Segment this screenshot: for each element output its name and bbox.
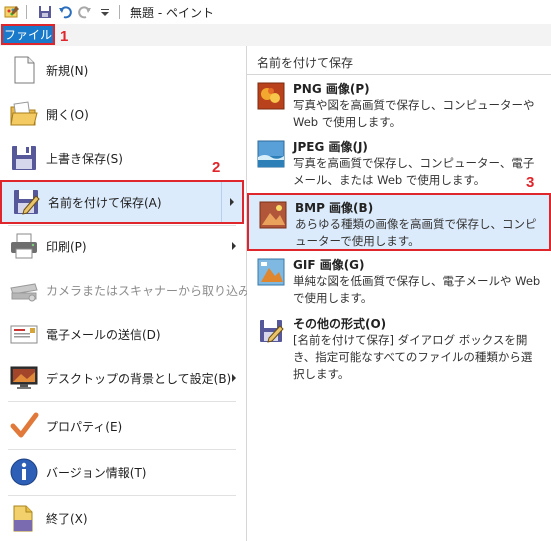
exit-icon <box>8 502 40 534</box>
file-tab[interactable]: ファイル <box>1 24 55 45</box>
menu-item-label: カメラまたはスキャナーから取り込み(M) <box>46 283 270 298</box>
save-as-panel-heading: 名前を付けて保存 <box>257 56 354 70</box>
format-gif[interactable]: GIF 画像(G) 単純な図を低画質で保存し、電子メールや Web で使用します… <box>247 252 551 310</box>
format-png[interactable]: PNG 画像(P) 写真や図を高画質で保存し、コンピューターや Web で使用し… <box>247 76 551 134</box>
bmp-image-icon <box>259 201 287 229</box>
save-icon[interactable] <box>37 4 53 20</box>
redo-icon[interactable] <box>77 4 93 20</box>
save-as-icon <box>10 186 42 218</box>
customize-qat-icon[interactable] <box>97 4 113 20</box>
menu-item-label: バージョン情報(T) <box>46 465 147 480</box>
chevron-right-icon <box>232 242 236 250</box>
menu-item-label: 印刷(P) <box>46 239 87 254</box>
save-disk-icon <box>8 142 40 174</box>
menu-item-set-desktop-background[interactable]: デスクトップの背景として設定(B) <box>0 356 244 400</box>
chevron-right-icon <box>230 198 234 206</box>
format-other[interactable]: その他の形式(O) [名前を付けて保存] ダイアログ ボックスを開き、指定可能な… <box>247 311 551 381</box>
menu-item-about[interactable]: バージョン情報(T) <box>0 450 244 494</box>
desktop-background-icon <box>8 362 40 394</box>
menu-divider <box>8 401 236 402</box>
menu-item-properties[interactable]: プロパティ(E) <box>0 404 244 448</box>
format-description: 写真や図を高画質で保存し、コンピューターや Web で使用します。 <box>293 98 535 129</box>
menu-item-label: 名前を付けて保存(A) <box>48 195 162 210</box>
menu-item-label: デスクトップの背景として設定(B) <box>46 371 232 386</box>
gif-image-icon <box>257 258 285 286</box>
file-menu: 新規(N) 開く(O) 上書き保存(S) 名前を付けて保存(A) 2 印刷(P)… <box>0 46 270 541</box>
format-description: あらゆる種類の画像を高画質で保存し、コンピューターで使用します。 <box>295 217 537 248</box>
paint-app-icon[interactable] <box>4 4 20 20</box>
jpeg-image-icon <box>257 140 285 168</box>
format-description: 単純な図を低画質で保存し、電子メールや Web で使用します。 <box>293 274 541 305</box>
menu-item-label: プロパティ(E) <box>46 419 123 434</box>
menu-item-new[interactable]: 新規(N) <box>0 48 244 92</box>
properties-check-icon <box>8 410 40 442</box>
step-annotation-1: 1 <box>60 28 69 45</box>
menu-item-print[interactable]: 印刷(P) <box>0 224 244 268</box>
menu-item-label: 電子メールの送信(D) <box>46 327 161 342</box>
menu-item-exit[interactable]: 終了(X) <box>0 496 244 540</box>
menu-item-label: 上書き保存(S) <box>46 151 123 166</box>
ribbon-tab-row <box>0 24 551 47</box>
menu-item-save[interactable]: 上書き保存(S) <box>0 136 244 180</box>
new-document-icon <box>8 54 40 86</box>
undo-icon[interactable] <box>57 4 73 20</box>
chevron-right-icon <box>232 374 236 382</box>
menu-item-save-as[interactable]: 名前を付けて保存(A) <box>0 180 244 224</box>
title-bar: 無題 - ペイント <box>0 0 551 24</box>
png-image-icon <box>257 82 285 110</box>
submenu-arrow-box[interactable] <box>221 182 242 222</box>
title-separator <box>119 5 120 19</box>
format-description: 写真を高画質で保存し、コンピューター、電子メール、または Web で使用します。 <box>293 156 535 187</box>
email-icon <box>8 318 40 350</box>
menu-item-label: 終了(X) <box>46 511 88 526</box>
other-formats-icon <box>257 317 285 345</box>
format-title: BMP 画像(B) <box>295 201 374 215</box>
save-as-panel: 名前を付けて保存 PNG 画像(P) 写真や図を高画質で保存し、コンピューターや… <box>247 46 551 541</box>
menu-item-open[interactable]: 開く(O) <box>0 92 244 136</box>
menu-item-send-email[interactable]: 電子メールの送信(D) <box>0 312 244 356</box>
format-title: その他の形式(O) <box>293 317 387 331</box>
info-icon <box>8 456 40 488</box>
format-bmp[interactable]: BMP 画像(B) あらゆる種類の画像を高画質で保存し、コンピューターで使用しま… <box>247 193 551 251</box>
format-title: PNG 画像(P) <box>293 82 370 96</box>
printer-icon <box>8 230 40 262</box>
menu-item-label: 開く(O) <box>46 107 89 122</box>
open-folder-icon <box>8 98 40 130</box>
menu-item-camera-scanner: カメラまたはスキャナーから取り込み(M) <box>0 268 270 312</box>
format-description: [名前を付けて保存] ダイアログ ボックスを開き、指定可能なすべてのファイルの種… <box>293 333 533 381</box>
window-title: 無題 - ペイント <box>130 5 214 20</box>
format-jpeg[interactable]: JPEG 画像(J) 写真を高画質で保存し、コンピューター、電子メール、または … <box>247 134 551 192</box>
step-annotation-3: 3 <box>526 174 535 191</box>
format-title: JPEG 画像(J) <box>293 140 368 154</box>
format-title: GIF 画像(G) <box>293 258 365 272</box>
qat-separator <box>26 5 27 19</box>
menu-item-label: 新規(N) <box>46 63 89 78</box>
scanner-icon <box>8 274 40 306</box>
step-annotation-2: 2 <box>212 159 221 176</box>
panel-divider <box>247 74 551 75</box>
